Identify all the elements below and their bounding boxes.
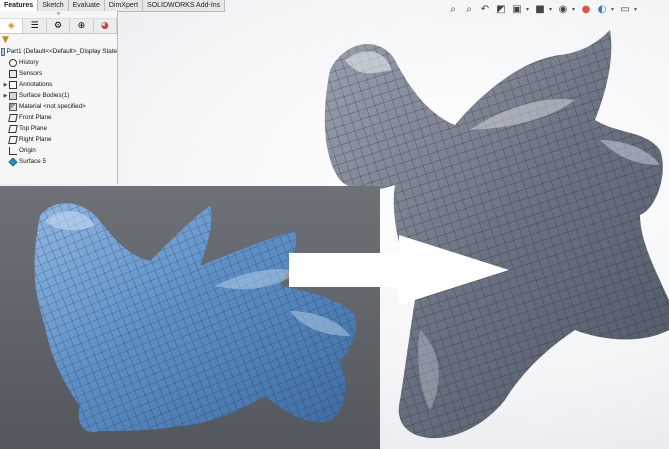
tree-item-sensors[interactable]: Sensors [0,68,117,79]
apply-scene-dropdown-icon[interactable]: ▾ [611,6,616,13]
hide-show-items-icon[interactable]: ◉ [556,2,570,16]
material-icon [9,102,17,111]
tree-item-right-plane[interactable]: Right Plane [0,134,117,145]
blue-mesh-render [34,203,357,433]
view-settings-icon[interactable]: ▭ [618,2,632,16]
dimxpert-manager-icon[interactable]: ⊕ [70,19,94,33]
annotations-icon [9,80,17,89]
tree-item-front-plane[interactable]: Front Plane [0,112,117,123]
plane-icon [8,124,18,133]
tree-item-label: Sensors [19,70,43,77]
previous-view-icon[interactable]: ↶ [478,2,492,16]
feature-tree: Part1 (Default<<Default>_Display State H… [0,46,117,167]
heads-up-view-toolbar: ⌕ ⌕ ↶ ◩ ▣ ▾ ■ ▾ ◉ ▾ ● ◐ ▾ ▭ ▾ [446,2,639,16]
tree-item-material[interactable]: Material <not specified> [0,101,117,112]
tree-item-annotations[interactable]: ▶ Annotations [0,79,117,90]
tree-item-surface-5[interactable]: Surface 5 [0,156,117,167]
display-style-icon[interactable]: ■ [533,2,547,16]
view-orientation-dropdown-icon[interactable]: ▾ [526,6,531,13]
tab-solidworks-add-ins[interactable]: SOLIDWORKS Add-Ins [143,0,226,11]
expand-arrow-icon[interactable]: ▶ [2,93,9,99]
plane-icon [8,113,18,122]
edit-appearance-icon[interactable]: ● [579,2,593,16]
source-mesh-inset [0,186,380,449]
tab-evaluate[interactable]: Evaluate [69,0,105,11]
view-orientation-icon[interactable]: ▣ [510,2,524,16]
configuration-manager-icon[interactable]: ⚙ [47,19,71,33]
tree-item-label: Front Plane [19,114,52,121]
expand-arrow-icon[interactable]: ▶ [2,82,9,88]
tab-features[interactable]: Features [0,0,39,11]
tab-dimxpert[interactable]: DimXpert [105,0,144,11]
tree-item-top-plane[interactable]: Top Plane [0,123,117,134]
surface-bodies-icon [9,91,17,100]
featuremanager-panel: » ◈ ☰ ⚙ ⊕ ◕ ▼ Part1 (Default<<Default>_D… [0,11,118,184]
tree-item-label: Surface Bodies(1) [19,92,70,99]
tree-item-label: History [19,59,39,66]
view-settings-dropdown-icon[interactable]: ▾ [634,6,639,13]
tab-sketch[interactable]: Sketch [38,0,69,11]
plane-icon [8,135,18,144]
tree-item-label: Annotations [19,81,53,88]
tree-item-surface-bodies[interactable]: ▶ Surface Bodies(1) [0,90,117,101]
collapse-panel-icon[interactable]: » [0,11,117,19]
tree-item-label: Surface 5 [19,158,46,165]
feature-tree-icon[interactable]: ◈ [0,19,24,33]
tree-item-label: Origin [19,147,36,154]
tree-item-label: Right Plane [19,136,52,143]
property-manager-icon[interactable]: ☰ [23,19,47,33]
hide-show-dropdown-icon[interactable]: ▾ [572,6,577,13]
filter-icon[interactable]: ▼ [0,34,117,46]
zoom-to-fit-icon[interactable]: ⌕ [446,2,460,16]
display-style-dropdown-icon[interactable]: ▾ [549,6,554,13]
apply-scene-icon[interactable]: ◐ [595,2,609,16]
zoom-to-area-icon[interactable]: ⌕ [462,2,476,16]
tree-item-label: Material <not specified> [19,103,86,110]
featuremanager-tabs: ◈ ☰ ⚙ ⊕ ◕ [0,19,118,34]
surface-feature-icon [8,156,18,167]
tree-item-origin[interactable]: Origin [0,145,117,156]
history-icon [9,58,17,67]
tree-item-part1[interactable]: Part1 (Default<<Default>_Display State [0,46,117,57]
tree-item-label: Top Plane [19,125,48,132]
tree-item-label: Part1 (Default<<Default>_Display State [6,48,117,55]
tree-item-history[interactable]: History [0,57,117,68]
section-view-icon[interactable]: ◩ [494,2,508,16]
part-icon [1,47,5,56]
sensors-icon [9,69,17,78]
right-arrow-icon [289,235,509,305]
transition-arrow [289,235,509,305]
origin-icon [9,146,17,155]
display-manager-icon[interactable]: ◕ [94,19,118,33]
